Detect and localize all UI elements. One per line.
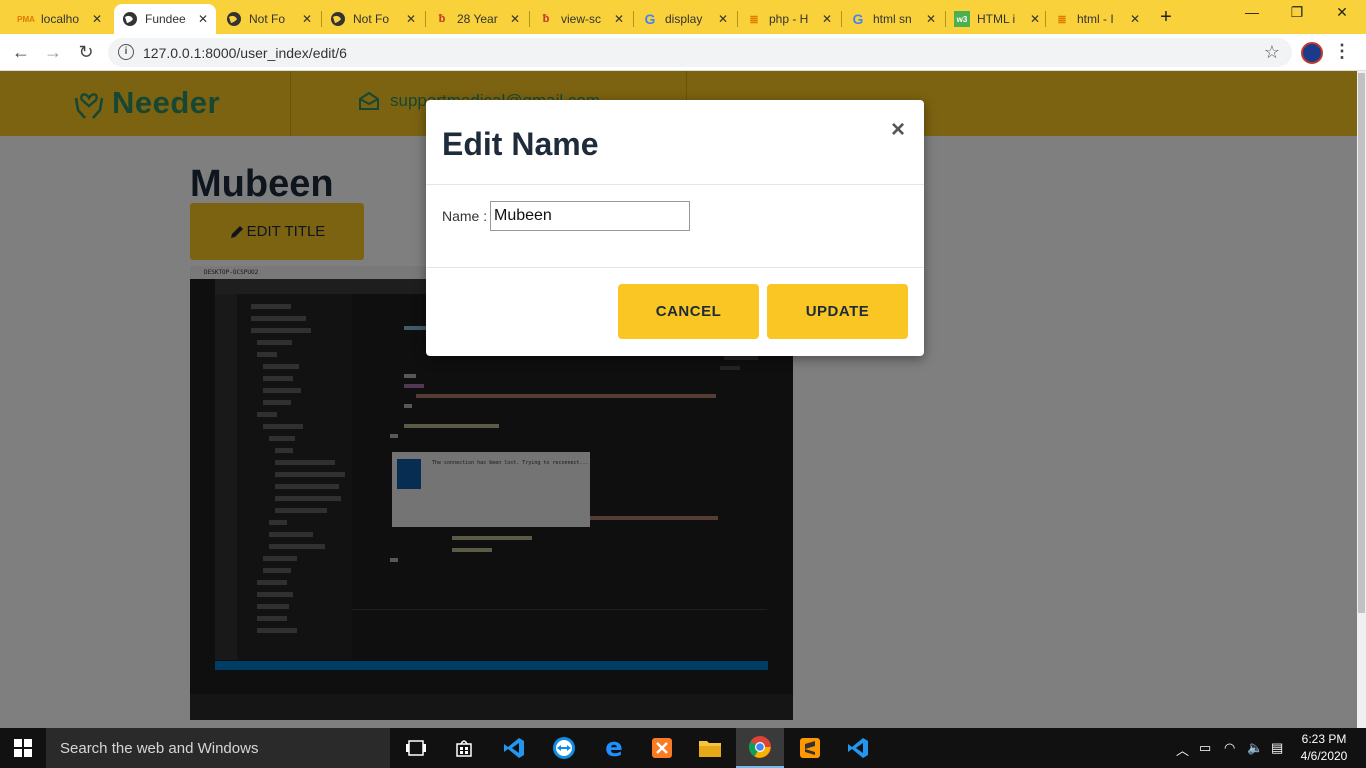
wifi-icon[interactable]: ◠ (1224, 740, 1235, 756)
laracasts-icon: ƀ (542, 13, 550, 25)
info-icon[interactable]: i (118, 44, 134, 60)
tab-title: Not Fo (353, 12, 390, 26)
back-icon[interactable]: ← (8, 40, 34, 64)
taskbar-search-placeholder: Search the web and Windows (60, 740, 259, 757)
tab-title: display (665, 12, 703, 26)
store-icon[interactable] (440, 728, 488, 768)
close-icon[interactable]: ✕ (302, 12, 312, 26)
page-scrollbar[interactable] (1357, 71, 1366, 728)
address-bar[interactable]: i 127.0.0.1:8000/user_index/edit/6 ☆ (108, 38, 1292, 67)
tab-title: 28 Year (457, 12, 498, 26)
modal-header: Edit Name × (426, 100, 924, 185)
new-tab-button[interactable]: + (1154, 6, 1178, 29)
battery-icon[interactable]: ▭ (1199, 740, 1211, 756)
globe-icon (330, 11, 346, 27)
phpmyadmin-icon: PMA (17, 14, 35, 24)
reload-icon[interactable]: ↻ (73, 40, 99, 64)
tab-title: php - H (769, 12, 809, 26)
browser-toolbar: ← → ↻ i 127.0.0.1:8000/user_index/edit/6… (0, 34, 1366, 71)
taskbar-clock[interactable]: 6:23 PM 4/6/2020 (1296, 731, 1352, 765)
close-icon[interactable]: ✕ (510, 12, 520, 26)
browser-tab-strip: PMA localho ✕ Fundee ✕ Not Fo ✕ Not Fo ✕… (0, 0, 1366, 34)
clock-time: 6:23 PM (1301, 732, 1347, 746)
tab-localhost[interactable]: PMA localho ✕ (10, 4, 110, 34)
close-icon[interactable]: ✕ (614, 12, 624, 26)
update-button[interactable]: UPDATE (767, 284, 908, 339)
bookmark-star-icon[interactable]: ☆ (1264, 42, 1280, 63)
google-icon: G (644, 11, 656, 27)
chevron-up-icon[interactable]: ︿ (1176, 740, 1189, 759)
tab-stackoverflow-php[interactable]: ≣ php - H ✕ (738, 4, 840, 34)
volume-icon[interactable]: 🔈 (1247, 740, 1263, 756)
windows-start-icon[interactable] (14, 739, 32, 757)
task-view-icon[interactable] (392, 728, 440, 768)
tab-title: view-sc (561, 12, 602, 26)
close-icon[interactable]: ✕ (406, 12, 416, 26)
profile-avatar[interactable] (1301, 42, 1323, 64)
tab-stackoverflow-html[interactable]: ≣ html - I ✕ (1046, 4, 1148, 34)
stackoverflow-icon: ≣ (749, 13, 759, 26)
windows-taskbar: Search the web and Windows e ︿ ▭ ◠ 🔈 ▤ 6… (0, 728, 1366, 768)
tab-fundee[interactable]: Fundee ✕ (114, 4, 216, 34)
tab-title: HTML i (977, 12, 1016, 26)
xampp-icon[interactable] (638, 728, 686, 768)
file-explorer-icon[interactable] (686, 728, 734, 768)
cancel-button[interactable]: CANCEL (618, 284, 759, 339)
tab-google-html[interactable]: G html sn ✕ (842, 4, 944, 34)
google-icon: G (852, 11, 864, 27)
tab-title: html sn (873, 12, 912, 26)
close-icon[interactable]: ✕ (198, 12, 208, 26)
tab-laracasts-1[interactable]: ƀ 28 Year ✕ (426, 4, 528, 34)
url-text[interactable]: 127.0.0.1:8000/user_index/edit/6 (143, 45, 347, 61)
tab-not-found-1[interactable]: Not Fo ✕ (218, 4, 320, 34)
taskbar-search[interactable]: Search the web and Windows (46, 728, 390, 768)
tab-laracasts-2[interactable]: ƀ view-sc ✕ (530, 4, 632, 34)
name-label: Name : (442, 208, 488, 224)
close-icon[interactable]: ✕ (926, 12, 936, 26)
globe-icon (122, 11, 138, 27)
modal-body: Name : (426, 185, 924, 268)
close-icon[interactable]: ✕ (1130, 12, 1140, 26)
sublime-icon[interactable] (786, 728, 834, 768)
vscode-icon[interactable] (834, 728, 882, 768)
teamviewer-icon[interactable] (540, 728, 588, 768)
vscode-icon[interactable] (490, 728, 538, 768)
w3schools-icon: w3 (954, 11, 970, 27)
notifications-icon[interactable]: ▤ (1271, 740, 1283, 756)
tab-title: Fundee (145, 12, 186, 26)
restore-icon[interactable]: ❐ (1285, 4, 1309, 21)
minimize-icon[interactable]: — (1240, 4, 1264, 20)
close-icon[interactable]: ✕ (718, 12, 728, 26)
window-close-icon[interactable]: ✕ (1330, 4, 1354, 21)
menu-kebab-icon[interactable]: ⋮ (1333, 41, 1351, 62)
edit-name-modal: Edit Name × Name : CANCEL UPDATE (426, 100, 924, 356)
tab-google-display[interactable]: G display ✕ (634, 4, 736, 34)
forward-icon[interactable]: → (40, 40, 66, 64)
close-icon[interactable]: ✕ (1030, 12, 1040, 26)
close-icon[interactable]: × (891, 116, 905, 144)
close-icon[interactable]: ✕ (92, 12, 102, 26)
stackoverflow-icon: ≣ (1057, 13, 1067, 26)
tab-w3schools[interactable]: w3 HTML i ✕ (946, 4, 1048, 34)
tab-not-found-2[interactable]: Not Fo ✕ (322, 4, 424, 34)
close-icon[interactable]: ✕ (822, 12, 832, 26)
name-input[interactable] (490, 201, 690, 231)
globe-icon (226, 11, 242, 27)
modal-title: Edit Name (442, 126, 599, 162)
chrome-icon[interactable] (736, 728, 784, 768)
laracasts-icon: ƀ (438, 13, 446, 25)
clock-date: 4/6/2020 (1300, 749, 1348, 763)
scrollbar-thumb[interactable] (1358, 73, 1365, 613)
tab-title: Not Fo (249, 12, 286, 26)
tab-title: localho (41, 12, 80, 26)
tab-title: html - I (1077, 12, 1114, 26)
edge-icon[interactable]: e (590, 728, 638, 768)
